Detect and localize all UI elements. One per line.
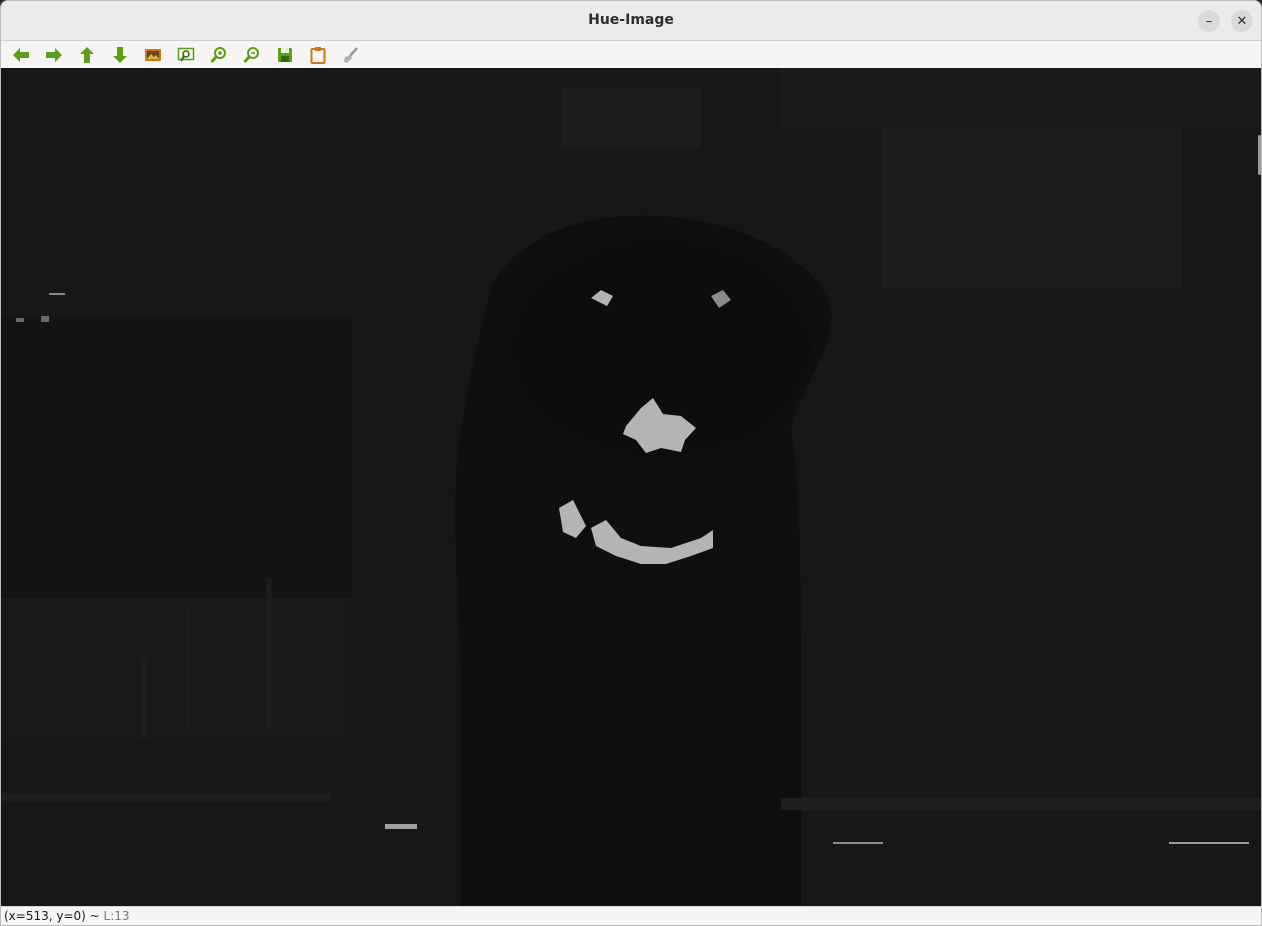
zoom-in-button[interactable] — [209, 45, 229, 65]
back-button[interactable] — [11, 45, 31, 65]
zoom-out-icon — [243, 47, 259, 64]
minimize-button[interactable]: – — [1198, 10, 1220, 32]
down-button[interactable] — [110, 45, 130, 65]
floppy-icon — [278, 48, 292, 62]
close-icon: ✕ — [1236, 13, 1248, 29]
toolbar — [1, 41, 1261, 69]
forward-button[interactable] — [44, 45, 64, 65]
title-bar[interactable]: Hue-Image – ✕ — [1, 1, 1261, 41]
cursor-coordinates: (x=513, y=0) ~ — [4, 909, 100, 923]
fit-image-button[interactable] — [143, 45, 163, 65]
image-icon — [145, 49, 161, 61]
zoom-in-icon — [210, 47, 226, 64]
zoom-out-button[interactable] — [242, 45, 262, 65]
status-bar: (x=513, y=0) ~ L:13 — [1, 906, 1261, 925]
window-title: Hue-Image — [588, 12, 674, 28]
vertical-scrollbar[interactable] — [1258, 135, 1261, 175]
arrow-up-icon — [80, 47, 94, 63]
up-button[interactable] — [77, 45, 97, 65]
brush-icon — [344, 47, 358, 63]
arrow-down-icon — [113, 47, 127, 63]
zoom-rect-icon — [177, 47, 195, 62]
hue-image-window: Hue-Image – ✕ (x=513, y=0) ~ L:13 — [0, 0, 1262, 926]
hue-image — [1, 68, 1261, 906]
close-button[interactable]: ✕ — [1231, 10, 1253, 32]
copy-button[interactable] — [308, 45, 328, 65]
clipboard-icon — [310, 47, 326, 64]
arrow-right-icon — [46, 48, 62, 62]
zoom-area-button[interactable] — [176, 45, 196, 65]
pyramid-level: L:13 — [103, 909, 130, 923]
image-canvas[interactable] — [1, 68, 1261, 906]
minimize-icon: – — [1205, 13, 1213, 29]
arrow-left-icon — [13, 48, 29, 62]
save-button[interactable] — [275, 45, 295, 65]
clear-button[interactable] — [341, 45, 361, 65]
